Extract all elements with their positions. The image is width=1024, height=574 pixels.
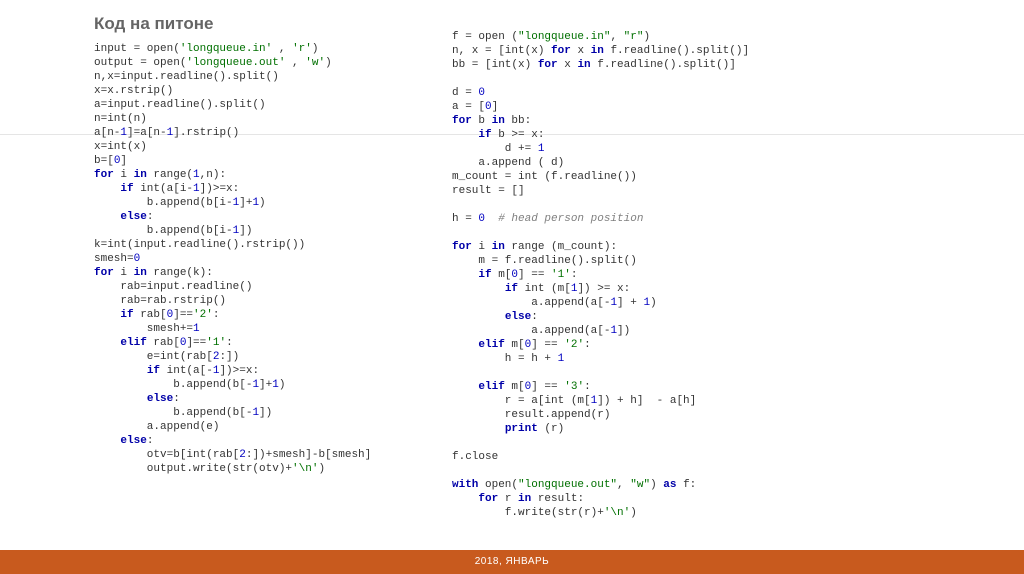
- code-line: for b in bb:: [452, 114, 749, 128]
- code-line: with open("longqueue.out", "w") as f:: [452, 478, 749, 492]
- code-block-left: input = open('longqueue.in' , 'r')output…: [94, 42, 371, 476]
- code-line: bb = [int(x) for x in f.readline().split…: [452, 58, 749, 72]
- code-line: if int (m[1]) >= x:: [452, 282, 749, 296]
- code-line: smesh+=1: [94, 322, 371, 336]
- code-block-right: f = open ("longqueue.in", "r")n, x = [in…: [452, 30, 749, 520]
- code-line: else:: [94, 210, 371, 224]
- code-line: d = 0: [452, 86, 749, 100]
- code-line: [452, 436, 749, 450]
- code-line: input = open('longqueue.in' , 'r'): [94, 42, 371, 56]
- code-line: b.append(b[i-1]+1): [94, 196, 371, 210]
- code-line: [452, 226, 749, 240]
- footer-bar: 2018, ЯНВАРЬ: [0, 550, 1024, 574]
- code-line: b.append(b[i-1]): [94, 224, 371, 238]
- code-line: else:: [94, 434, 371, 448]
- code-line: b.append(b[-1]+1): [94, 378, 371, 392]
- code-line: n, x = [int(x) for x in f.readline().spl…: [452, 44, 749, 58]
- code-line: d += 1: [452, 142, 749, 156]
- code-line: [452, 366, 749, 380]
- code-line: n,x=input.readline().split(): [94, 70, 371, 84]
- code-line: if int(a[i-1])>=x:: [94, 182, 371, 196]
- code-line: if int(a[-1])>=x:: [94, 364, 371, 378]
- code-line: a.append(e): [94, 420, 371, 434]
- code-line: n=int(n): [94, 112, 371, 126]
- code-line: x=x.rstrip(): [94, 84, 371, 98]
- code-line: else:: [452, 310, 749, 324]
- code-line: if b >= x:: [452, 128, 749, 142]
- code-line: for i in range(1,n):: [94, 168, 371, 182]
- code-line: b=[0]: [94, 154, 371, 168]
- code-line: output = open('longqueue.out' , 'w'): [94, 56, 371, 70]
- code-line: [452, 72, 749, 86]
- code-line: a.append ( d): [452, 156, 749, 170]
- slide-page: Код на питоне input = open('longqueue.in…: [0, 0, 1024, 574]
- code-line: m_count = int (f.readline()): [452, 170, 749, 184]
- code-line: elif m[0] == '2':: [452, 338, 749, 352]
- code-line: for i in range (m_count):: [452, 240, 749, 254]
- slide-title: Код на питоне: [94, 14, 213, 34]
- code-line: b.append(b[-1]): [94, 406, 371, 420]
- code-line: x=int(x): [94, 140, 371, 154]
- code-line: e=int(rab[2:]): [94, 350, 371, 364]
- code-line: h = h + 1: [452, 352, 749, 366]
- code-line: for r in result:: [452, 492, 749, 506]
- code-line: m = f.readline().split(): [452, 254, 749, 268]
- code-line: result.append(r): [452, 408, 749, 422]
- code-line: print (r): [452, 422, 749, 436]
- code-line: a = [0]: [452, 100, 749, 114]
- code-line: r = a[int (m[1]) + h] - a[h]: [452, 394, 749, 408]
- code-line: [452, 198, 749, 212]
- code-line: otv=b[int(rab[2:])+smesh]-b[smesh]: [94, 448, 371, 462]
- code-line: f.write(str(r)+'\n'): [452, 506, 749, 520]
- code-line: k=int(input.readline().rstrip()): [94, 238, 371, 252]
- code-line: if m[0] == '1':: [452, 268, 749, 282]
- code-line: result = []: [452, 184, 749, 198]
- code-line: a[n-1]=a[n-1].rstrip(): [94, 126, 371, 140]
- code-line: h = 0 # head person position: [452, 212, 749, 226]
- code-line: [452, 464, 749, 478]
- code-line: a.append(a[-1]): [452, 324, 749, 338]
- code-line: else:: [94, 392, 371, 406]
- code-line: rab=rab.rstrip(): [94, 294, 371, 308]
- code-line: elif rab[0]=='1':: [94, 336, 371, 350]
- code-line: rab=input.readline(): [94, 280, 371, 294]
- code-line: f.close: [452, 450, 749, 464]
- code-line: if rab[0]=='2':: [94, 308, 371, 322]
- code-line: for i in range(k):: [94, 266, 371, 280]
- code-line: f = open ("longqueue.in", "r"): [452, 30, 749, 44]
- code-line: output.write(str(otv)+'\n'): [94, 462, 371, 476]
- code-line: a=input.readline().split(): [94, 98, 371, 112]
- code-line: elif m[0] == '3':: [452, 380, 749, 394]
- code-line: smesh=0: [94, 252, 371, 266]
- code-line: a.append(a[-1] + 1): [452, 296, 749, 310]
